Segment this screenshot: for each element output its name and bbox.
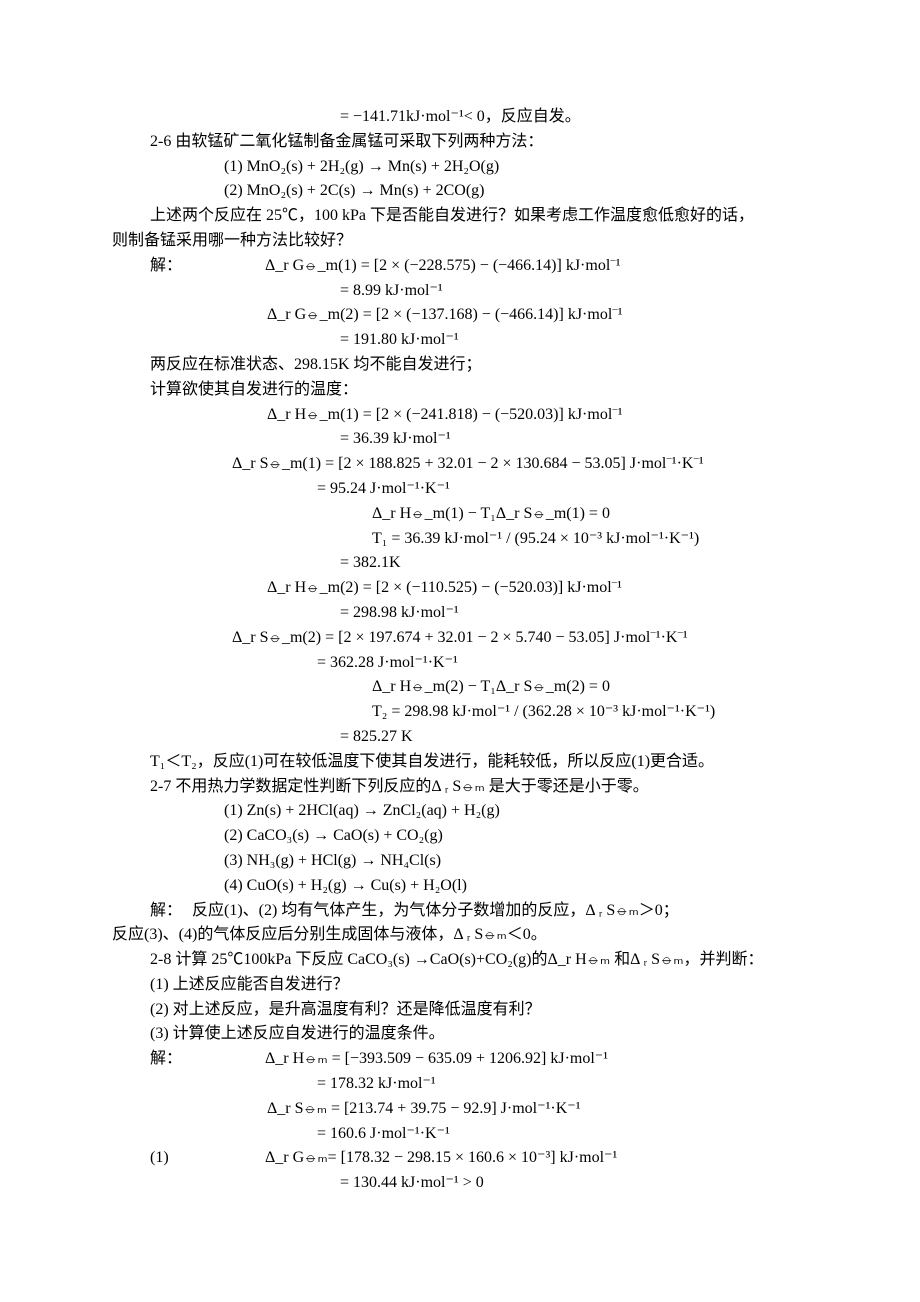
eq-line: = 8.99 kJ·mol⁻¹ (112, 279, 810, 304)
solution-label: 解： (150, 899, 192, 924)
problem-2-8: 2-8 计算 25℃100kPa 下反应 CaCO₃(s) →CaO(s)+CO… (112, 948, 810, 973)
eq-line: = 362.28 J·mol⁻¹·K⁻¹ (112, 651, 810, 676)
eq-line: Δ_r G⦵_m(2) = [2 × (−137.168) − (−466.14… (112, 303, 810, 328)
eq-option-2: (2) CaCO₃(s) → CaO(s) + CO₂(g) (112, 824, 810, 849)
eq-option-1: (1) Zn(s) + 2HCl(aq) → ZnCl₂(aq) + H₂(g) (112, 799, 810, 824)
eq-line: = 130.44 kJ·mol⁻¹ > 0 (112, 1171, 810, 1196)
sub-question-1: (1) 上述反应能否自发进行？ (112, 973, 810, 998)
eq-line: = 95.24 J·mol⁻¹·K⁻¹ (112, 477, 810, 502)
sub-question-3: (3) 计算使上述反应自发进行的温度条件。 (112, 1022, 810, 1047)
problem-2-6: 2-6 由软锰矿二氧化锰制备金属锰可采取下列两种方法： (112, 130, 810, 155)
body-text: 反应(1)、(2) 均有气体产生，为气体分子数增加的反应，Δ ᵣ S⦵ₘ＞0； (192, 902, 679, 919)
eq-line: = 191.80 kJ·mol⁻¹ (112, 328, 810, 353)
question-text: 上述两个反应在 25℃，100 kPa 下是否能自发进行？如果考虑工作温度愈低愈… (112, 204, 810, 229)
problem-2-7: 2-7 不用热力学数据定性判断下列反应的Δ ᵣ S⦵ₘ 是大于零还是小于零。 (112, 775, 810, 800)
body-text: 计算欲使其自发进行的温度： (112, 378, 810, 403)
eq-line: Δ_r H⦵_m(2) = [2 × (−110.525) − (−520.03… (112, 576, 810, 601)
eq-line: Δ_r S⦵_m(1) = [2 × 188.825 + 32.01 − 2 ×… (112, 452, 810, 477)
eq-line: Δ_r G⦵_m(1) = [2 × (−228.575) − (−466.14… (265, 257, 621, 274)
solution-start: 解：Δ_r G⦵_m(1) = [2 × (−228.575) − (−466.… (112, 254, 810, 279)
sub-question-2: (2) 对上述反应，是升高温度有利？还是降低温度有利？ (112, 998, 810, 1023)
eq-line: = −141.71kJ·mol⁻¹< 0，反应自发。 (112, 105, 810, 130)
sub-answer-1: (1)Δ_r G⦵ₘ= [178.32 − 298.15 × 160.6 × 1… (112, 1146, 810, 1171)
eq-line: = 825.27 K (112, 725, 810, 750)
eq-line: Δ_r S⦵ₘ = [213.74 + 39.75 − 92.9] J·mol⁻… (112, 1097, 810, 1122)
eq-line: = 178.32 kJ·mol⁻¹ (112, 1072, 810, 1097)
document-page: = −141.71kJ·mol⁻¹< 0，反应自发。 2-6 由软锰矿二氧化锰制… (0, 0, 920, 1256)
question-text: 则制备锰采用哪一种方法比较好？ (112, 229, 810, 254)
eq-line: = 382.1K (112, 551, 810, 576)
eq-line: T₂ = 298.98 kJ·mol⁻¹ / (362.28 × 10⁻³ kJ… (112, 700, 810, 725)
eq-line: Δ_r G⦵ₘ= [178.32 − 298.15 × 160.6 × 10⁻³… (265, 1149, 617, 1166)
eq-option-4: (4) CuO(s) + H₂(g) → Cu(s) + H₂O(l) (112, 874, 810, 899)
eq-line: Δ_r H⦵_m(1) − T₁Δ_r S⦵_m(1) = 0 (112, 502, 810, 527)
eq-option-1: (1) MnO₂(s) + 2H₂(g) → Mn(s) + 2H₂O(g) (112, 155, 810, 180)
eq-line: Δ_r H⦵_m(1) = [2 × (−241.818) − (−520.03… (112, 403, 810, 428)
conclusion-text: T₁＜T₂，反应(1)可在较低温度下使其自发进行，能耗较低，所以反应(1)更合适… (112, 750, 810, 775)
solution-text: 解：反应(1)、(2) 均有气体产生，为气体分子数增加的反应，Δ ᵣ S⦵ₘ＞0… (112, 899, 810, 924)
eq-line: = 160.6 J·mol⁻¹·K⁻¹ (112, 1122, 810, 1147)
eq-line: Δ_r S⦵_m(2) = [2 × 197.674 + 32.01 − 2 ×… (112, 626, 810, 651)
eq-line: Δ_r H⦵ₘ = [−393.509 − 635.09 + 1206.92] … (265, 1050, 608, 1067)
eq-line: = 298.98 kJ·mol⁻¹ (112, 601, 810, 626)
body-text: 两反应在标准状态、298.15K 均不能自发进行； (112, 353, 810, 378)
solution-label: 解： (150, 254, 265, 279)
solution-label: 解： (150, 1047, 265, 1072)
eq-line: = 36.39 kJ·mol⁻¹ (112, 427, 810, 452)
body-text: 反应(3)、(4)的气体反应后分别生成固体与液体，Δ ᵣ S⦵ₘ＜0。 (112, 923, 810, 948)
eq-option-3: (3) NH₃(g) + HCl(g) → NH₄Cl(s) (112, 849, 810, 874)
eq-line: T₁ = 36.39 kJ·mol⁻¹ / (95.24 × 10⁻³ kJ·m… (112, 527, 810, 552)
solution-start: 解：Δ_r H⦵ₘ = [−393.509 − 635.09 + 1206.92… (112, 1047, 810, 1072)
eq-line: Δ_r H⦵_m(2) − T₁Δ_r S⦵_m(2) = 0 (112, 675, 810, 700)
eq-option-2: (2) MnO₂(s) + 2C(s) → Mn(s) + 2CO(g) (112, 179, 810, 204)
item-number: (1) (150, 1146, 265, 1171)
